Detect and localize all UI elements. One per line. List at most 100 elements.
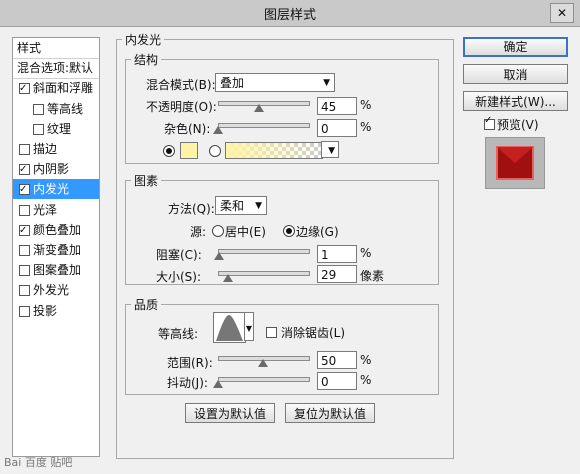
choke-label: 阻塞(C): [156, 248, 202, 262]
range-unit: % [360, 353, 372, 367]
blend-mode-label: 混合模式(B): [146, 78, 216, 92]
title-bar: 图层样式 ✕ [0, 0, 580, 27]
style-label: 混合选项:默认 [17, 61, 94, 76]
chevron-down-icon: ▼ [328, 146, 335, 156]
technique-value: 柔和 [220, 199, 245, 213]
range-slider-thumb[interactable] [258, 359, 268, 367]
noise-unit: % [360, 120, 372, 134]
size-label: 大小(S): [156, 270, 202, 284]
jitter-slider[interactable] [218, 377, 310, 382]
jitter-input[interactable]: 0 [317, 372, 357, 390]
size-slider-thumb[interactable] [223, 274, 234, 282]
anti-alias-checkbox[interactable] [266, 327, 277, 338]
noise-slider[interactable] [218, 123, 310, 128]
styles-list-item[interactable]: 渐变叠加 [13, 240, 99, 260]
choke-unit: % [360, 246, 372, 260]
style-checkbox[interactable] [19, 79, 30, 99]
style-checkbox[interactable] [19, 245, 30, 256]
blend-mode-select[interactable]: 叠加 ▼ [215, 73, 335, 92]
styles-list-item[interactable]: 内阴影 [13, 159, 99, 180]
noise-slider-thumb[interactable] [213, 126, 223, 134]
style-label: 颜色叠加 [33, 222, 82, 237]
baidu-watermark: Bai 百度 贴吧 [4, 456, 73, 469]
style-label: 投影 [33, 303, 58, 318]
styles-list-item[interactable]: 图案叠加 [13, 260, 99, 280]
gradient-radio[interactable] [209, 145, 221, 157]
size-input[interactable]: 29 [317, 265, 357, 283]
noise-input[interactable]: 0 [317, 119, 357, 137]
style-checkbox[interactable] [19, 144, 30, 155]
cancel-button[interactable]: 取消 [463, 64, 568, 84]
reset-default-button[interactable]: 复位为默认值 [285, 403, 375, 423]
opacity-slider[interactable] [218, 101, 310, 106]
opacity-slider-thumb[interactable] [253, 104, 264, 112]
style-label: 渐变叠加 [33, 243, 82, 257]
style-label: 图案叠加 [33, 263, 82, 278]
style-checkbox[interactable] [19, 265, 30, 277]
preview-label: 预览(V) [497, 118, 539, 132]
quality-title: 品质 [131, 296, 162, 313]
styles-list-item[interactable]: 内发光 [13, 179, 99, 200]
range-label: 范围(R): [167, 356, 213, 370]
source-center-label: 居中(E) [225, 225, 266, 239]
chevron-down-icon: ▼ [323, 78, 330, 88]
solid-color-radio[interactable] [163, 145, 175, 157]
technique-select[interactable]: 柔和 ▼ [215, 196, 267, 215]
ok-button[interactable]: 确定 [463, 37, 568, 57]
preview-checkbox[interactable] [484, 115, 495, 130]
style-checkbox[interactable] [33, 123, 44, 135]
styles-list-item[interactable]: 纹理 [13, 119, 99, 139]
noise-label: 杂色(N): [164, 122, 211, 136]
styles-list-item[interactable]: 等高线 [13, 99, 99, 119]
new-style-button[interactable]: 新建样式(W)... [463, 91, 568, 111]
glow-gradient-picker[interactable] [225, 142, 323, 159]
close-button[interactable]: ✕ [550, 3, 574, 23]
choke-slider[interactable] [218, 249, 310, 254]
layer-style-dialog: 图层样式 ✕ 样式混合选项:默认斜面和浮雕等高线纹理描边内阴影内发光光泽颜色叠加… [0, 0, 580, 474]
opacity-unit: % [360, 98, 372, 112]
style-checkbox[interactable] [19, 160, 30, 180]
style-checkbox[interactable] [19, 285, 30, 297]
jitter-slider-thumb[interactable] [213, 380, 223, 388]
chevron-down-icon: ▼ [245, 324, 252, 333]
structure-title: 结构 [131, 51, 162, 68]
styles-list-item[interactable]: 混合选项:默认 [13, 58, 99, 80]
opacity-label: 不透明度(O): [146, 100, 217, 114]
styles-list-item[interactable]: 颜色叠加 [13, 220, 99, 241]
contour-dropdown[interactable]: ▼ [244, 312, 254, 341]
preview-image [496, 146, 534, 180]
gradient-dropdown[interactable]: ▼ [321, 141, 339, 158]
style-checkbox[interactable] [19, 305, 30, 317]
source-center-radio[interactable] [212, 225, 224, 237]
source-label: 源: [190, 225, 207, 239]
styles-list-item[interactable]: 样式 [13, 38, 99, 59]
window-title: 图层样式 [263, 8, 316, 23]
style-checkbox[interactable] [19, 221, 30, 241]
contour-label: 等高线: [158, 327, 199, 341]
styles-list-item[interactable]: 投影 [13, 301, 99, 321]
technique-label: 方法(Q): [168, 202, 215, 216]
range-input[interactable]: 50 [317, 351, 357, 369]
make-default-button[interactable]: 设置为默认值 [185, 403, 275, 423]
choke-slider-thumb[interactable] [213, 252, 224, 260]
style-label: 样式 [17, 41, 42, 55]
style-checkbox[interactable] [33, 103, 44, 115]
glow-color-swatch[interactable] [180, 142, 198, 159]
style-label: 外发光 [33, 283, 70, 298]
contour-picker[interactable] [213, 312, 246, 343]
style-checkbox[interactable] [19, 204, 30, 216]
anti-alias-label: 消除锯齿(L) [281, 326, 346, 340]
jitter-label: 抖动(J): [167, 376, 208, 390]
styles-list-item[interactable]: 外发光 [13, 280, 99, 300]
source-edge-radio[interactable] [283, 225, 295, 237]
opacity-input[interactable]: 45 [317, 97, 357, 115]
blend-mode-value: 叠加 [220, 76, 245, 90]
styles-list-item[interactable]: 斜面和浮雕 [13, 78, 99, 99]
size-unit: 像素 [360, 269, 385, 283]
elements-title: 图素 [131, 172, 162, 189]
styles-list-item[interactable]: 光泽 [13, 200, 99, 220]
style-checkbox[interactable] [19, 180, 30, 200]
style-label: 描边 [33, 142, 58, 156]
styles-list-item[interactable]: 描边 [13, 139, 99, 159]
choke-input[interactable]: 1 [317, 245, 357, 263]
